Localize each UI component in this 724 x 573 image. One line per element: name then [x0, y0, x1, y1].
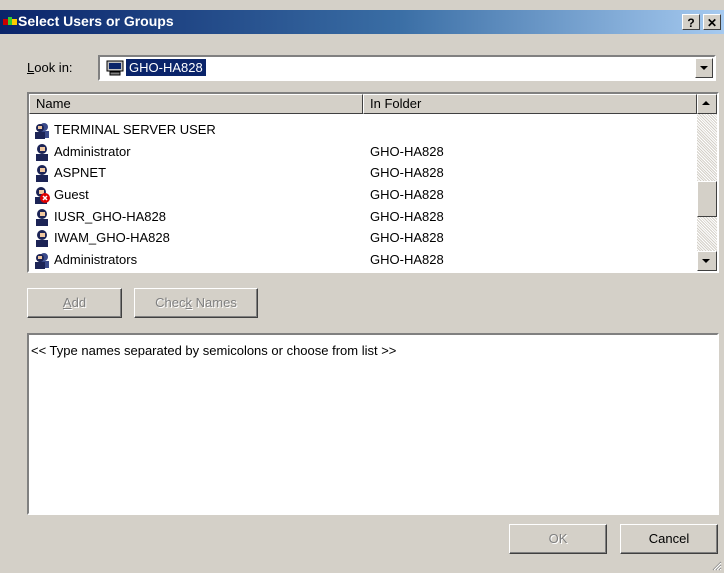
look-in-dropdown-button[interactable] [695, 58, 713, 78]
scroll-up-button[interactable] [697, 94, 717, 114]
row-name: Administrators [54, 252, 138, 267]
check-names-button[interactable]: Check Names [134, 288, 258, 318]
list-item[interactable]: TERMINAL SERVER USER [29, 119, 697, 140]
select-users-dialog: Select Users or Groups ? ✕ Look in: GHO-… [0, 0, 724, 573]
chevron-down-icon [700, 66, 708, 70]
disabled-user-icon [35, 187, 50, 204]
group-icon [35, 253, 49, 269]
user-icon [36, 165, 48, 182]
column-header-name[interactable]: Name [29, 94, 363, 114]
scroll-thumb[interactable] [697, 181, 717, 217]
names-input-placeholder: << Type names separated by semicolons or… [31, 343, 397, 358]
chevron-up-icon [702, 101, 710, 105]
look-in-label: Look in: [27, 60, 73, 75]
users-list[interactable]: Name In Folder TERMINAL SERVER USER Admi… [27, 92, 719, 273]
list-item[interactable]: ASPNET GHO-HA828 [29, 162, 697, 183]
scroll-down-button[interactable] [697, 251, 717, 271]
user-icon [36, 230, 48, 247]
cancel-button[interactable]: Cancel [620, 524, 718, 554]
dialog-title: Select Users or Groups [18, 13, 174, 29]
row-folder: GHO-HA828 [370, 187, 444, 202]
names-input[interactable]: << Type names separated by semicolons or… [27, 333, 719, 515]
ok-button[interactable]: OK [509, 524, 607, 554]
close-button[interactable]: ✕ [703, 14, 721, 30]
resize-grip-icon[interactable] [710, 559, 722, 571]
row-name: IWAM_GHO-HA828 [54, 230, 170, 245]
list-item[interactable]: IWAM_GHO-HA828 GHO-HA828 [29, 227, 697, 248]
row-name: ASPNET [54, 165, 107, 180]
help-button[interactable]: ? [682, 14, 700, 30]
vertical-scrollbar[interactable] [697, 94, 717, 271]
add-button[interactable]: Add [27, 288, 122, 318]
user-icon [36, 209, 48, 226]
title-bar[interactable]: Select Users or Groups ? ✕ [0, 10, 724, 34]
row-folder: GHO-HA828 [370, 144, 444, 159]
list-item[interactable]: Guest GHO-HA828 [29, 184, 697, 205]
computer-icon [106, 60, 124, 76]
users-groups-icon [3, 17, 17, 25]
chevron-down-icon [702, 259, 710, 263]
row-name: Administrator [54, 144, 131, 159]
group-icon [35, 123, 49, 139]
look-in-dropdown[interactable]: GHO-HA828 [98, 55, 716, 81]
row-folder: GHO-HA828 [370, 230, 444, 245]
user-icon [36, 144, 48, 161]
row-folder: GHO-HA828 [370, 165, 444, 180]
row-name: TERMINAL SERVER USER [54, 122, 216, 137]
column-header-in-folder[interactable]: In Folder [363, 94, 697, 114]
row-name: Guest [54, 187, 89, 202]
row-folder: GHO-HA828 [370, 252, 444, 267]
list-item[interactable]: Administrator GHO-HA828 [29, 141, 697, 162]
row-folder: GHO-HA828 [370, 209, 444, 224]
look-in-value: GHO-HA828 [126, 59, 206, 76]
list-item[interactable]: Administrators GHO-HA828 [29, 249, 697, 270]
list-item[interactable]: IUSR_GHO-HA828 GHO-HA828 [29, 206, 697, 227]
row-name: IUSR_GHO-HA828 [54, 209, 166, 224]
